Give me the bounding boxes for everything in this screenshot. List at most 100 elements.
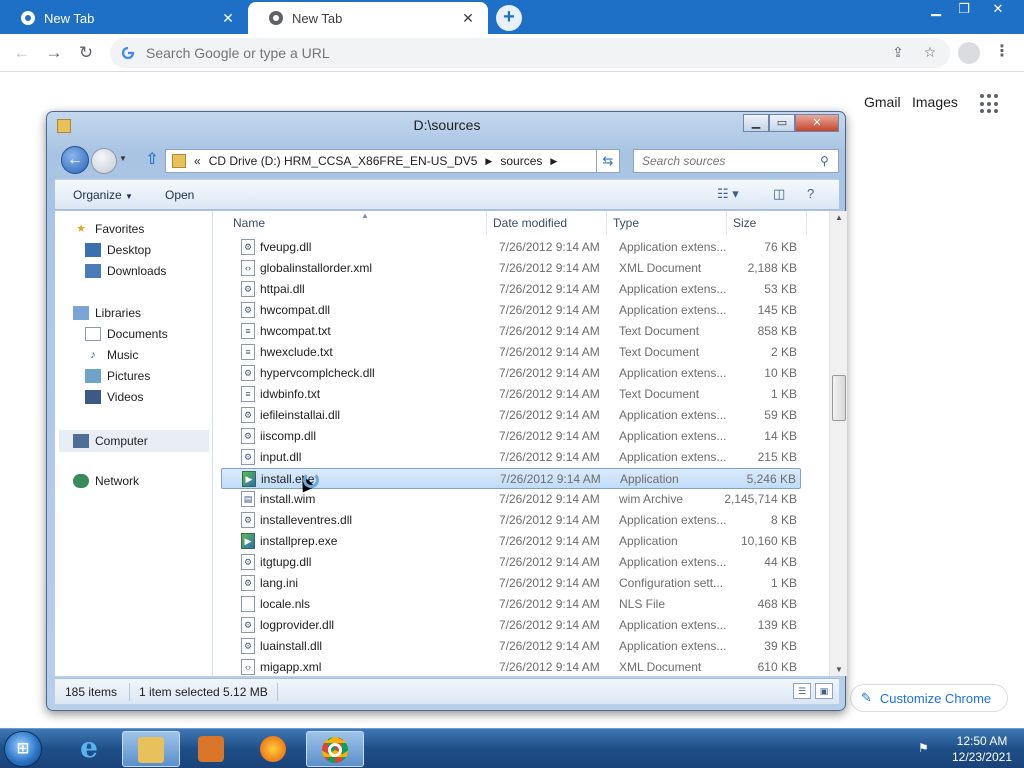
breadcrumb-overflow[interactable]: « xyxy=(194,154,201,168)
search-input[interactable] xyxy=(642,154,820,168)
scroll-up-arrow-icon[interactable]: ▲ xyxy=(830,213,848,222)
large-icons-view-icon[interactable]: ▣ xyxy=(815,683,833,699)
details-view-icon[interactable]: ☰ xyxy=(793,683,811,699)
file-row[interactable]: ‹› migapp.xml 7/26/2012 9:14 AM XML Documen… xyxy=(221,657,801,678)
nav-music[interactable]: ♪ Music xyxy=(85,348,138,362)
preview-pane-icon[interactable]: ◫ xyxy=(773,186,785,202)
search-box[interactable]: ⚲ xyxy=(633,149,839,173)
gmail-link[interactable]: Gmail xyxy=(864,94,901,110)
file-row[interactable]: ▶ installprep.exe 7/26/2012 9:14 AM Applica… xyxy=(221,531,801,552)
up-arrow-icon[interactable]: ⇧ xyxy=(143,151,161,169)
google-apps-icon[interactable] xyxy=(980,94,1000,114)
organize-button[interactable]: Organize ▼ xyxy=(73,188,133,202)
tab-new-tab-1[interactable]: New Tab ✕ xyxy=(0,2,248,34)
status-bar: 185 items 1 item selected 5.12 MB ☰ ▣ xyxy=(55,678,839,704)
file-row[interactable]: ≡ hwexclude.txt 7/26/2012 9:14 AM Text Docu… xyxy=(221,342,801,363)
tab-close-icon[interactable]: ✕ xyxy=(460,10,476,27)
file-row[interactable]: ⚙ luainstall.dll 7/26/2012 9:14 AM Applicat… xyxy=(221,636,801,657)
column-header-size[interactable]: Size xyxy=(727,211,807,235)
nav-documents[interactable]: Documents xyxy=(85,327,168,341)
firefox-icon[interactable] xyxy=(244,731,302,767)
open-button[interactable]: Open xyxy=(165,188,194,202)
search-icon[interactable]: ⚲ xyxy=(820,154,838,168)
nav-desktop[interactable]: Desktop xyxy=(85,243,151,257)
file-row[interactable]: ‹› globalinstallorder.xml 7/26/2012 9:14 A… xyxy=(221,258,801,279)
nav-favorites[interactable]: ★ Favorites xyxy=(73,222,144,236)
new-tab-button[interactable]: + xyxy=(496,5,522,31)
file-size: 14 KB xyxy=(764,429,797,443)
breadcrumb-cd-drive[interactable]: CD Drive (D:) HRM_CCSA_X86FRE_EN-US_DV5 xyxy=(209,154,478,168)
forward-arrow-icon[interactable]: → xyxy=(40,40,68,66)
file-row[interactable]: ⚙ input.dll 7/26/2012 9:14 AM Application e… xyxy=(221,447,801,468)
action-center-flag-icon[interactable]: ⚑ xyxy=(918,741,934,755)
back-arrow-icon[interactable]: ← xyxy=(8,40,36,66)
chrome-icon[interactable] xyxy=(306,731,364,767)
omnibox-input[interactable] xyxy=(146,45,950,61)
column-header-name[interactable]: Name xyxy=(227,211,487,235)
forward-button[interactable] xyxy=(91,148,117,174)
nav-videos[interactable]: Videos xyxy=(85,390,143,404)
nav-libraries[interactable]: Libraries xyxy=(73,306,141,320)
file-row[interactable]: ⚙ httpai.dll 7/26/2012 9:14 AM Application … xyxy=(221,279,801,300)
restore-window-icon[interactable]: ❐ xyxy=(950,0,978,20)
chrome-menu-icon[interactable]: ⋮ xyxy=(994,42,1010,64)
file-row[interactable]: ⚙ iiscomp.dll 7/26/2012 9:14 AM Application… xyxy=(221,426,801,447)
clock[interactable]: 12:50 AM 12/23/2021 xyxy=(942,733,1022,765)
txt-file-icon: ≡ xyxy=(241,344,255,360)
scroll-down-arrow-icon[interactable]: ▼ xyxy=(830,665,848,674)
nav-computer[interactable]: Computer xyxy=(59,430,209,452)
file-date-modified: 7/26/2012 9:14 AM xyxy=(499,387,600,401)
share-icon[interactable]: ⇪ xyxy=(888,42,908,62)
address-bar[interactable]: « CD Drive (D:) HRM_CCSA_X86FRE_EN-US_DV… xyxy=(165,149,619,173)
close-window-icon[interactable]: ✕ xyxy=(984,0,1012,20)
file-row[interactable]: ⚙ iefileinstallai.dll 7/26/2012 9:14 AM App… xyxy=(221,405,801,426)
minimize-window-icon[interactable]: ▁ xyxy=(922,0,950,20)
file-row[interactable]: ≡ idwbinfo.txt 7/26/2012 9:14 AM Text Docum… xyxy=(221,384,801,405)
file-row[interactable]: ⚙ fveupg.dll 7/26/2012 9:14 AM Application … xyxy=(221,237,801,258)
breadcrumb-separator-icon[interactable]: ▶ xyxy=(485,156,492,167)
vertical-scrollbar[interactable]: ▲ ▼ xyxy=(829,211,847,676)
explorer-close-button[interactable]: ✕ xyxy=(795,114,839,132)
file-row[interactable]: ⚙ lang.ini 7/26/2012 9:14 AM Configuration … xyxy=(221,573,801,594)
media-player-icon[interactable] xyxy=(182,731,240,767)
file-row[interactable]: ⚙ hwcompat.dll 7/26/2012 9:14 AM Applicatio… xyxy=(221,300,801,321)
file-date-modified: 7/26/2012 9:14 AM xyxy=(499,576,600,590)
file-row[interactable]: ⚙ logprovider.dll 7/26/2012 9:14 AM Applica… xyxy=(221,615,801,636)
nav-pictures[interactable]: Pictures xyxy=(85,369,150,383)
internet-explorer-icon[interactable]: e xyxy=(60,731,118,767)
file-row[interactable]: ▤ install.wim 7/26/2012 9:14 AM wim Archive… xyxy=(221,489,801,510)
computer-icon xyxy=(73,434,89,448)
customize-chrome-button[interactable]: ✎ Customize Chrome xyxy=(850,684,1008,712)
tab-new-tab-2[interactable]: New Tab ✕ xyxy=(248,2,488,34)
scrollbar-thumb[interactable] xyxy=(832,375,846,421)
refresh-icon[interactable]: ⇆ xyxy=(596,149,620,173)
file-row[interactable]: ⚙ installeventres.dll 7/26/2012 9:14 AM App… xyxy=(221,510,801,531)
start-orb-icon[interactable]: ⊞ xyxy=(4,731,42,767)
explorer-minimize-button[interactable]: ▁ xyxy=(743,114,769,132)
breadcrumb-sources[interactable]: sources xyxy=(500,154,542,168)
windows-explorer-icon[interactable] xyxy=(122,731,180,767)
recent-pages-chevron-icon[interactable]: ▼ xyxy=(119,154,129,163)
change-view-icon[interactable]: ☷ ▾ xyxy=(717,186,739,202)
reload-icon[interactable]: ↻ xyxy=(72,40,100,66)
omnibox[interactable] xyxy=(110,38,950,68)
file-date-modified: 7/26/2012 9:14 AM xyxy=(499,345,600,359)
file-size: 468 KB xyxy=(757,597,797,611)
help-icon[interactable]: ? xyxy=(807,186,814,201)
bookmark-star-icon[interactable]: ☆ xyxy=(920,42,940,62)
profile-avatar-icon[interactable] xyxy=(958,42,980,64)
file-size: 145 KB xyxy=(757,303,797,317)
nav-downloads[interactable]: Downloads xyxy=(85,264,166,278)
file-row[interactable]: ⚙ hypervcomplcheck.dll 7/26/2012 9:14 AM Ap… xyxy=(221,363,801,384)
nav-network[interactable]: Network xyxy=(73,474,139,488)
images-link[interactable]: Images xyxy=(912,94,958,110)
explorer-maximize-button[interactable]: ▭ xyxy=(769,114,795,132)
file-row[interactable]: ≡ hwcompat.txt 7/26/2012 9:14 AM Text Docum… xyxy=(221,321,801,342)
back-button[interactable]: ← xyxy=(61,146,89,174)
file-row[interactable]: ⚙ itgtupg.dll 7/26/2012 9:14 AM Application… xyxy=(221,552,801,573)
column-header-type[interactable]: Type xyxy=(607,211,727,235)
file-row[interactable]: locale.nls 7/26/2012 9:14 AM NLS File 468 K… xyxy=(221,594,801,615)
column-header-date-modified[interactable]: Date modified xyxy=(487,211,607,235)
tab-close-icon[interactable]: ✕ xyxy=(220,10,236,27)
breadcrumb-separator-icon[interactable]: ▶ xyxy=(550,156,557,167)
